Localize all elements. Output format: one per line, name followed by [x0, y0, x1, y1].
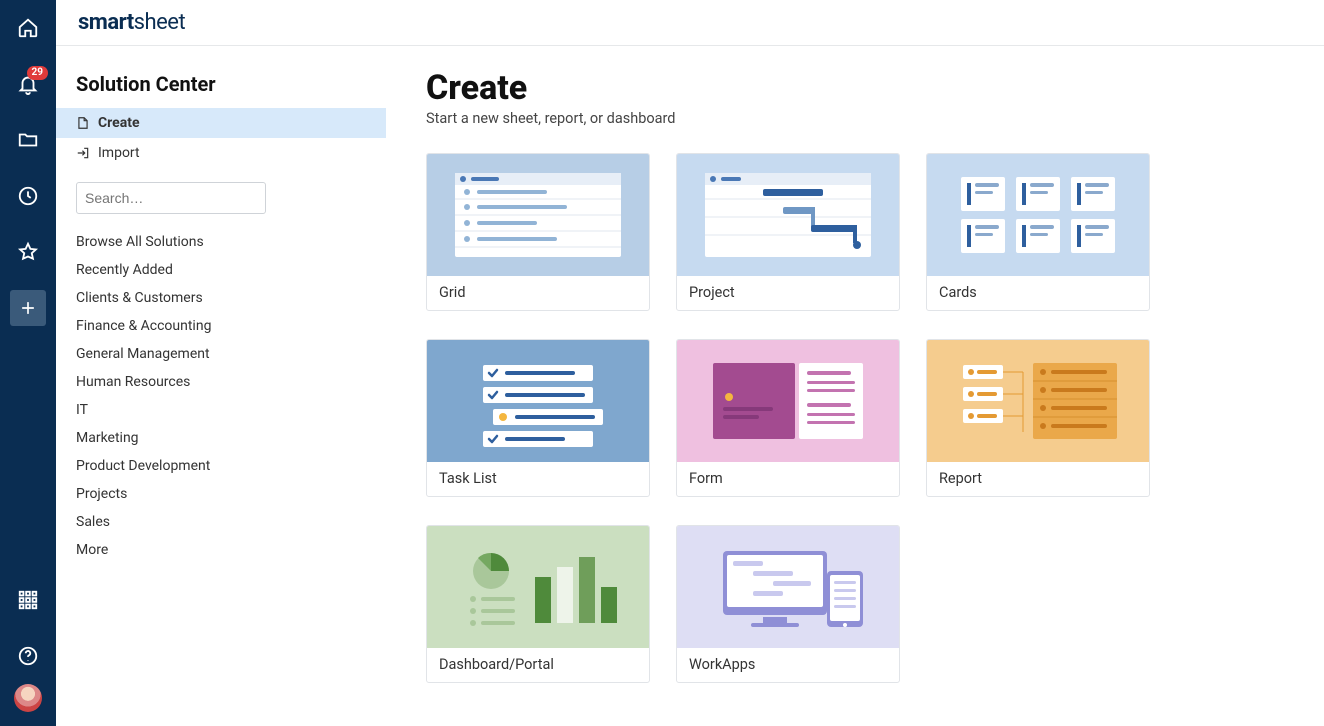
- sidebar-nav-import-label: Import: [98, 145, 140, 161]
- page-title: Create: [426, 68, 1284, 108]
- left-rail: 29: [0, 0, 56, 726]
- sidebar-title: Solution Center: [76, 72, 366, 96]
- card-workapps-label: WorkApps: [677, 648, 899, 682]
- sidebar-nav-create-label: Create: [98, 115, 140, 131]
- sheet-icon: [76, 116, 90, 130]
- clock-icon: [17, 185, 39, 207]
- project-thumb-icon: [693, 165, 883, 265]
- card-cards-thumb: [927, 154, 1149, 276]
- logo-strong: smart: [78, 10, 134, 35]
- topbar: smartsheet: [56, 0, 1324, 46]
- card-grid: Grid: [426, 153, 1284, 683]
- form-thumb-icon: [693, 351, 883, 451]
- grid-icon: [17, 589, 39, 611]
- card-project-label: Project: [677, 276, 899, 310]
- content: Create Start a new sheet, report, or das…: [386, 46, 1324, 726]
- card-tasklist-label: Task List: [427, 462, 649, 496]
- workapps-thumb-icon: [693, 537, 883, 637]
- plus-icon: [18, 298, 38, 318]
- card-tasklist-thumb: [427, 340, 649, 462]
- search-box[interactable]: [76, 182, 266, 214]
- cat-general-management[interactable]: General Management: [76, 346, 366, 362]
- logo-light: sheet: [134, 10, 186, 35]
- rail-bottom-group: [0, 572, 56, 726]
- card-report-thumb: [927, 340, 1149, 462]
- card-workapps[interactable]: WorkApps: [676, 525, 900, 683]
- card-dashboard[interactable]: Dashboard/Portal: [426, 525, 650, 683]
- cat-sales[interactable]: Sales: [76, 514, 366, 530]
- logo[interactable]: smartsheet: [78, 10, 185, 35]
- cat-more[interactable]: More: [76, 542, 366, 558]
- report-thumb-icon: [943, 351, 1133, 451]
- rail-help[interactable]: [0, 628, 56, 684]
- user-avatar[interactable]: [14, 684, 42, 712]
- page-subtitle: Start a new sheet, report, or dashboard: [426, 110, 1284, 127]
- notification-badge: 29: [27, 66, 48, 80]
- rail-folder[interactable]: [0, 112, 56, 168]
- tasklist-thumb-icon: [443, 351, 633, 451]
- body: Solution Center Create Import Browse All…: [56, 46, 1324, 726]
- cat-finance-accounting[interactable]: Finance & Accounting: [76, 318, 366, 334]
- card-grid-label: Grid: [427, 276, 649, 310]
- cat-it[interactable]: IT: [76, 402, 366, 418]
- rail-favorites[interactable]: [0, 224, 56, 280]
- folder-icon: [17, 129, 39, 151]
- card-form[interactable]: Form: [676, 339, 900, 497]
- card-cards[interactable]: Cards: [926, 153, 1150, 311]
- cat-product-development[interactable]: Product Development: [76, 458, 366, 474]
- card-workapps-thumb: [677, 526, 899, 648]
- help-icon: [17, 645, 39, 667]
- card-tasklist[interactable]: Task List: [426, 339, 650, 497]
- cat-human-resources[interactable]: Human Resources: [76, 374, 366, 390]
- cat-projects[interactable]: Projects: [76, 486, 366, 502]
- card-dashboard-label: Dashboard/Portal: [427, 648, 649, 682]
- card-form-label: Form: [677, 462, 899, 496]
- rail-home[interactable]: [0, 0, 56, 56]
- cat-clients-customers[interactable]: Clients & Customers: [76, 290, 366, 306]
- sidebar: Solution Center Create Import Browse All…: [56, 46, 386, 726]
- search-input[interactable]: [85, 190, 266, 206]
- card-report[interactable]: Report: [926, 339, 1150, 497]
- card-project-thumb: [677, 154, 899, 276]
- rail-apps[interactable]: [0, 572, 56, 628]
- card-project[interactable]: Project: [676, 153, 900, 311]
- home-icon: [17, 17, 39, 39]
- cat-browse-all[interactable]: Browse All Solutions: [76, 234, 366, 250]
- rail-recents[interactable]: [0, 168, 56, 224]
- rail-create-button[interactable]: [10, 290, 46, 326]
- cat-marketing[interactable]: Marketing: [76, 430, 366, 446]
- import-icon: [76, 146, 90, 160]
- card-cards-label: Cards: [927, 276, 1149, 310]
- rail-top-group: 29: [0, 0, 56, 326]
- sidebar-nav: Create Import: [56, 108, 386, 168]
- sidebar-nav-create[interactable]: Create: [56, 108, 386, 138]
- grid-thumb-icon: [443, 165, 633, 265]
- cat-recently-added[interactable]: Recently Added: [76, 262, 366, 278]
- rail-notifications[interactable]: 29: [0, 56, 56, 112]
- card-dashboard-thumb: [427, 526, 649, 648]
- sidebar-nav-import[interactable]: Import: [56, 138, 386, 168]
- category-list: Browse All Solutions Recently Added Clie…: [76, 234, 366, 558]
- dashboard-thumb-icon: [443, 537, 633, 637]
- main-area: smartsheet Solution Center Create Import: [56, 0, 1324, 726]
- card-grid-thumb: [427, 154, 649, 276]
- card-form-thumb: [677, 340, 899, 462]
- star-icon: [17, 241, 39, 263]
- card-report-label: Report: [927, 462, 1149, 496]
- card-grid[interactable]: Grid: [426, 153, 650, 311]
- cards-thumb-icon: [943, 165, 1133, 265]
